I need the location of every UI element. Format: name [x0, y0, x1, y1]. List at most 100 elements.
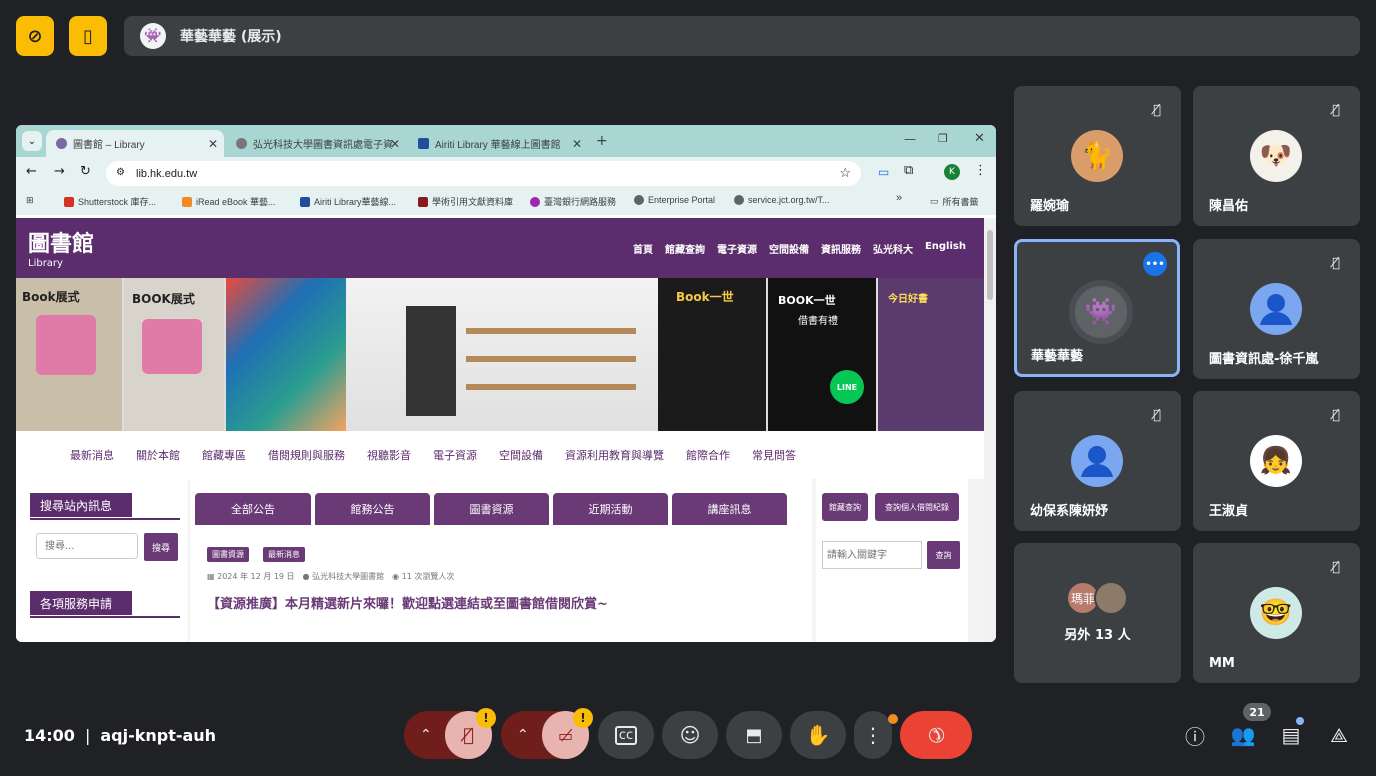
- cast-icon[interactable]: ▭: [878, 165, 889, 179]
- participant-tile[interactable]: 🎙̸ 🐈 羅婉瑜: [1014, 86, 1181, 226]
- bookmark-star-icon[interactable]: ☆: [839, 165, 851, 181]
- emoji-button[interactable]: ☺: [662, 711, 718, 759]
- captions-button[interactable]: cc: [598, 711, 654, 759]
- keyword-input[interactable]: [822, 541, 922, 569]
- all-bookmarks[interactable]: ▭ 所有書籤: [930, 195, 979, 208]
- banner-poster: Book展式: [16, 278, 122, 431]
- tab-recent-events[interactable]: 近期活動: [553, 493, 668, 525]
- back-icon[interactable]: ←: [26, 164, 37, 179]
- subnav-item[interactable]: 館際合作: [686, 447, 730, 463]
- bookmark-item[interactable]: iRead eBook 華藝...: [182, 195, 276, 208]
- tab-library-resources[interactable]: 圖書資源: [434, 493, 549, 525]
- more-bookmarks-icon[interactable]: »: [896, 192, 902, 204]
- subnav-item[interactable]: 館藏專區: [202, 447, 246, 463]
- tab-favicon-icon: [418, 138, 429, 149]
- close-tab-icon[interactable]: ✕: [390, 137, 400, 151]
- video-options-chevron-icon[interactable]: ⌃: [517, 727, 529, 743]
- reload-icon[interactable]: ↻: [80, 164, 91, 179]
- participant-tile[interactable]: 🎙̸ 圖書資訊處-徐千嵐: [1193, 239, 1360, 379]
- leave-call-button[interactable]: ✆: [900, 711, 972, 759]
- topnav-item[interactable]: English: [925, 241, 966, 256]
- subnav-item[interactable]: 關於本館: [136, 447, 180, 463]
- presentation-off-icon[interactable]: ⊘: [16, 16, 54, 56]
- participant-tile[interactable]: 🎙̸ 幼保系陳妍妤: [1014, 391, 1181, 531]
- site-info-icon[interactable]: ⚙: [116, 167, 125, 178]
- query-button[interactable]: 查詢: [927, 541, 960, 569]
- bookmark-item[interactable]: Shutterstock 庫存...: [64, 195, 156, 208]
- extensions-icon[interactable]: ⧉: [904, 163, 913, 178]
- close-tab-icon[interactable]: ✕: [208, 137, 218, 151]
- post-tag[interactable]: 最新消息: [263, 547, 305, 562]
- more-participants-tile[interactable]: 瑪菲 另外 13 人: [1014, 543, 1181, 683]
- browser-toolbar: ← → ↻ ⚙ lib.hk.edu.tw ☆ ▭ ⧉ K ⋮: [16, 157, 996, 189]
- present-screen-icon: ⬒: [745, 724, 763, 746]
- meeting-details-icon[interactable]: ⓘ: [1182, 722, 1208, 749]
- more-options-button[interactable]: ⋮: [854, 711, 892, 759]
- notification-dot: [888, 714, 898, 724]
- bookmark-item[interactable]: Airiti Library華藝線...: [300, 195, 396, 208]
- restore-icon[interactable]: ❐: [938, 132, 948, 145]
- participant-tile-speaking[interactable]: ••• 👾 華藝華藝: [1014, 239, 1180, 377]
- emoji-icon: ☺: [679, 723, 701, 747]
- participant-tile[interactable]: 🎙̸ 👧 王淑貞: [1193, 391, 1360, 531]
- bookmark-item[interactable]: Enterprise Portal: [634, 195, 715, 205]
- audio-options-chevron-icon[interactable]: ⌃: [420, 727, 432, 743]
- tab-all-announcements[interactable]: 全部公告: [195, 493, 311, 525]
- topnav-item[interactable]: 弘光科大: [873, 241, 913, 256]
- site-search-button[interactable]: 搜尋: [144, 533, 178, 561]
- subnav-item[interactable]: 空間設備: [499, 447, 543, 463]
- subnav-item[interactable]: 最新消息: [70, 447, 114, 463]
- subnav-item[interactable]: 借閱規則與服務: [268, 447, 345, 463]
- tab-lectures[interactable]: 講座訊息: [672, 493, 787, 525]
- tab-search-icon[interactable]: ⌄: [22, 131, 42, 151]
- new-tab-button[interactable]: +: [596, 133, 608, 149]
- post-tag[interactable]: 圖書資源: [207, 547, 249, 562]
- topnav-item[interactable]: 館藏查詢: [665, 241, 705, 256]
- page-scrollbar[interactable]: [984, 218, 996, 642]
- site-banner[interactable]: Book展式 BOOK展式 Book一世 BOOK一世 借書有禮 LINE 今日…: [16, 278, 984, 431]
- browser-tab[interactable]: Airiti Library 華藝線上圖書館 ✕: [408, 130, 588, 157]
- topnav-item[interactable]: 空間設備: [769, 241, 809, 256]
- apps-icon[interactable]: ⊞: [26, 195, 34, 206]
- left-sidebar: 搜尋站內訊息 搜尋 各項服務申請: [16, 479, 188, 642]
- topnav-item[interactable]: 首頁: [633, 241, 653, 256]
- borrow-record-button[interactable]: 查詢個人借閱紀錄: [875, 493, 959, 521]
- address-bar[interactable]: ⚙ lib.hk.edu.tw ☆: [106, 161, 861, 186]
- browser-tab[interactable]: 圖書館 – Library ✕: [46, 130, 224, 157]
- browser-menu-icon[interactable]: ⋮: [974, 163, 987, 178]
- chat-icon[interactable]: ▤: [1278, 722, 1304, 748]
- participant-tile[interactable]: 🎙̸ 🐶 陳昌佑: [1193, 86, 1360, 226]
- catalog-search-button[interactable]: 館藏查詢: [822, 493, 868, 521]
- post-title[interactable]: 【資源推廣】本月精選新片來囉！歡迎點選連結或至圖書館借閱欣賞~: [207, 593, 608, 612]
- minimize-icon[interactable]: —: [904, 132, 916, 146]
- tab-admin-announcements[interactable]: 館務公告: [315, 493, 430, 525]
- services-heading: 各項服務申請: [30, 591, 132, 615]
- site-subnav: 最新消息 關於本館 館藏專區 借閱規則與服務 視聽影音 電子資源 空間設備 資源…: [16, 431, 984, 479]
- bookmark-item[interactable]: 學術引用文獻資料庫: [418, 195, 513, 208]
- scrollbar-thumb[interactable]: [987, 230, 993, 300]
- close-window-icon[interactable]: ✕: [974, 131, 985, 146]
- subnav-item[interactable]: 電子資源: [433, 447, 477, 463]
- site-title[interactable]: 圖書館: [28, 226, 94, 258]
- tab-label: Airiti Library 華藝線上圖書館: [435, 140, 561, 151]
- people-icon[interactable]: 👥: [1230, 722, 1256, 748]
- forward-icon[interactable]: →: [54, 164, 65, 179]
- raise-hand-button[interactable]: ✋: [790, 711, 846, 759]
- browser-tab[interactable]: 弘光科技大學圖書資訊處電子資 ✕: [226, 130, 406, 157]
- bookmark-item[interactable]: service.jct.org.tw/T...: [734, 195, 830, 205]
- profile-avatar[interactable]: K: [944, 164, 960, 180]
- participant-name: MM: [1209, 656, 1235, 671]
- subnav-item[interactable]: 常見問答: [752, 447, 796, 463]
- subnav-item[interactable]: 資源利用教育與導覽: [565, 447, 664, 463]
- site-search-input[interactable]: [36, 533, 138, 559]
- topnav-item[interactable]: 資訊服務: [821, 241, 861, 256]
- activities-icon[interactable]: ⟁: [1326, 722, 1352, 748]
- subnav-item[interactable]: 視聽影音: [367, 447, 411, 463]
- bookmark-item[interactable]: 臺灣銀行網路服務: [530, 195, 616, 208]
- pin-layout-icon[interactable]: ▯: [69, 16, 107, 56]
- topnav-item[interactable]: 電子資源: [717, 241, 757, 256]
- close-tab-icon[interactable]: ✕: [572, 137, 582, 151]
- participant-tile[interactable]: 🎙̸ 🤓 MM: [1193, 543, 1360, 683]
- present-button[interactable]: ⬒: [726, 711, 782, 759]
- site-topnav: 首頁 館藏查詢 電子資源 空間設備 資訊服務 弘光科大 English: [633, 241, 966, 256]
